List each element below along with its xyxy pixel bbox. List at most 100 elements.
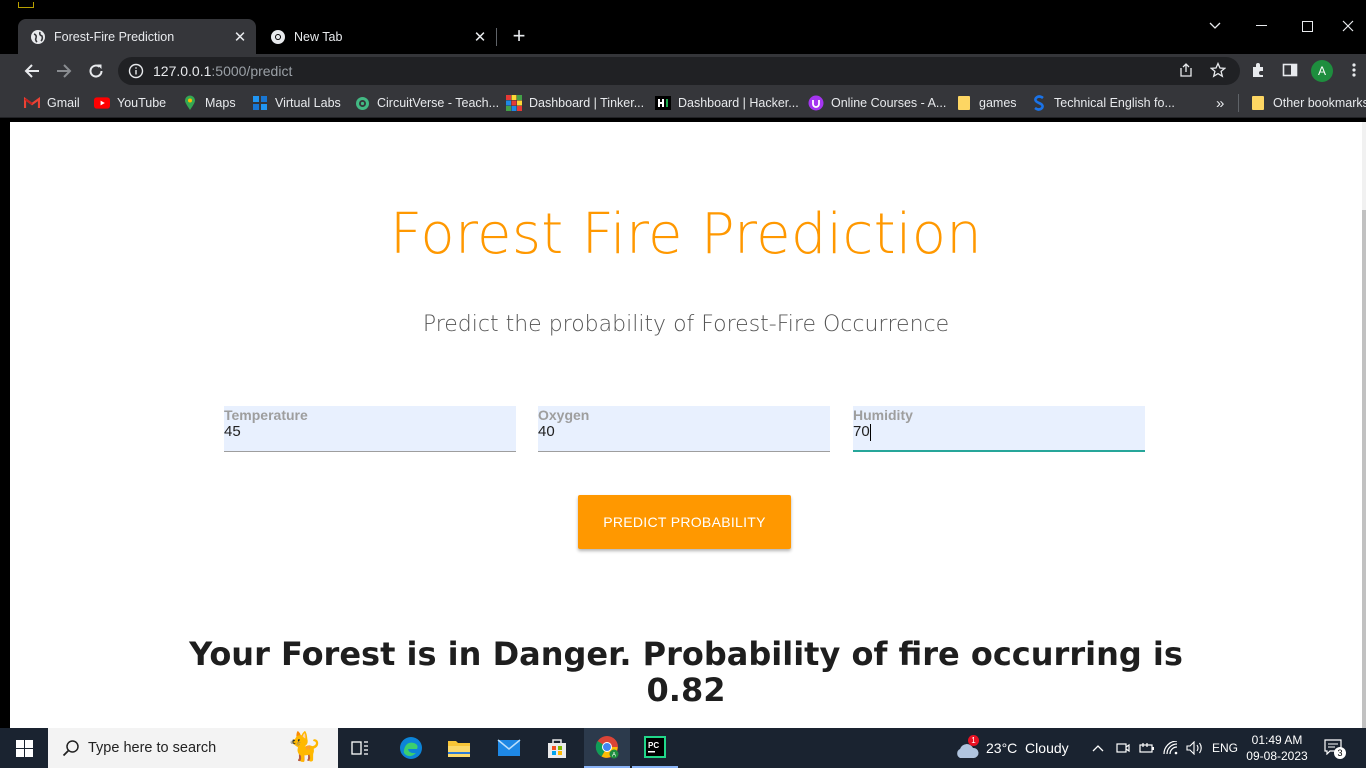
close-window-button[interactable] <box>1330 12 1366 40</box>
reload-button[interactable] <box>83 58 109 84</box>
clock-date: 09-08-2023 <box>1246 749 1308 763</box>
bookmark-label: Other bookmarks <box>1273 96 1366 110</box>
scrollbar-thumb[interactable] <box>1362 210 1366 728</box>
bookmark-divider <box>1238 94 1239 112</box>
oxygen-field[interactable]: Oxygen <box>538 406 830 452</box>
bookmark-star-icon[interactable] <box>1208 60 1228 80</box>
folder-icon <box>1250 95 1266 111</box>
url-path: :5000/predict <box>211 63 293 79</box>
page-subtitle: Predict the probability of Forest-Fire O… <box>422 312 950 337</box>
screen: Forest-Fire Prediction ✕ New Tab ✕ + 127… <box>0 0 1366 768</box>
minimize-button[interactable] <box>1238 12 1284 40</box>
battery-plug-icon[interactable] <box>1138 728 1156 768</box>
forward-button[interactable] <box>51 58 77 84</box>
folder-icon <box>956 95 972 111</box>
speaker-icon[interactable] <box>1186 728 1204 768</box>
other-bookmarks[interactable]: Other bookmarks <box>1250 94 1366 112</box>
clock-time: 01:49 AM <box>1251 733 1303 747</box>
more-bookmarks-chevron-icon[interactable]: » <box>1216 94 1224 112</box>
extensions-icon[interactable] <box>1248 60 1268 80</box>
tab-title: Forest-Fire Prediction <box>54 29 175 44</box>
menu-kebab-icon[interactable] <box>1344 60 1364 80</box>
back-button[interactable] <box>19 58 45 84</box>
weather-text: 23°C Cloudy <box>986 740 1069 756</box>
bookmark-online-courses[interactable]: Online Courses - A... <box>808 94 946 112</box>
browser-titlebar: Forest-Fire Prediction ✕ New Tab ✕ + <box>0 0 1366 54</box>
chrome-icon <box>270 29 286 45</box>
tab-search-icon[interactable] <box>1192 12 1238 40</box>
bookmark-label: Gmail <box>47 96 80 110</box>
youtube-icon <box>94 95 110 111</box>
new-tab-button[interactable]: + <box>506 23 532 48</box>
app-corner-icon <box>18 2 34 8</box>
microsoft-store-icon[interactable] <box>536 728 578 768</box>
address-bar[interactable]: 127.0.0.1:5000/predict <box>118 57 1240 85</box>
taskbar-search-box[interactable]: Type here to search 🐈 <box>48 728 338 768</box>
search-placeholder: Type here to search <box>88 740 217 756</box>
predict-probability-button[interactable]: PREDICT PROBABILITY <box>578 495 791 549</box>
bookmark-gmail[interactable]: Gmail <box>24 94 80 112</box>
udemy-icon <box>808 95 824 111</box>
chrome-taskbar-icon[interactable]: A <box>584 728 630 768</box>
page-title: Forest Fire Prediction <box>389 202 983 267</box>
cat-highlight-icon: 🐈 <box>287 731 322 762</box>
oxygen-input[interactable] <box>538 421 830 441</box>
url-host: 127.0.0.1 <box>153 63 212 79</box>
wifi-icon[interactable] <box>1162 728 1180 768</box>
share-icon[interactable] <box>1176 60 1196 80</box>
close-tab-icon[interactable]: ✕ <box>230 27 250 47</box>
tab-new-tab[interactable]: New Tab ✕ <box>258 19 496 54</box>
bookmark-label: YouTube <box>117 96 167 110</box>
side-panel-icon[interactable] <box>1280 60 1300 80</box>
close-tab-icon[interactable]: ✕ <box>470 27 490 47</box>
weather-widget[interactable]: 1 23°C Cloudy <box>954 728 1069 768</box>
meet-now-icon[interactable] <box>1114 728 1132 768</box>
edge-icon[interactable] <box>390 728 432 768</box>
bookmark-youtube[interactable]: YouTube <box>94 94 166 112</box>
bookmark-technical-english[interactable]: Technical English fo... <box>1031 94 1175 112</box>
bookmark-label: Dashboard | Tinker... <box>529 96 645 110</box>
tab-title: New Tab <box>294 29 343 44</box>
web-page: Forest Fire Prediction Predict the proba… <box>10 122 1362 728</box>
svg-text:PC: PC <box>648 741 659 750</box>
virtual-labs-icon <box>252 95 268 111</box>
humidity-input[interactable] <box>853 421 1145 441</box>
file-explorer-icon[interactable] <box>438 728 480 768</box>
pycharm-icon[interactable]: PC <box>632 728 678 768</box>
result-message: Your Forest is in Danger. Probability of… <box>189 635 1183 673</box>
browser-toolbar: 127.0.0.1:5000/predict A <box>0 54 1366 88</box>
task-view-icon[interactable] <box>340 728 380 768</box>
bookmark-maps[interactable]: Maps <box>182 94 236 112</box>
page-scrollbar[interactable] <box>1362 122 1366 728</box>
show-hidden-icons-chevron-icon[interactable] <box>1090 728 1106 768</box>
s-icon <box>1031 95 1047 111</box>
bookmarks-bar: Gmail YouTube Maps Virtual Labs CircuitV… <box>0 88 1366 118</box>
bookmark-tinkercad[interactable]: Dashboard | Tinker... <box>506 94 644 112</box>
bookmark-games[interactable]: games <box>956 94 1017 112</box>
temperature-field[interactable]: Temperature <box>224 406 516 452</box>
notifications-count-badge: 3 <box>1334 747 1346 759</box>
clock[interactable]: 01:49 AM 09-08-2023 <box>1244 728 1310 768</box>
result-probability: 0.82 <box>646 671 726 709</box>
bookmark-label: CircuitVerse - Teach... <box>377 96 500 110</box>
prediction-result: Your Forest is in Danger. Probability of… <box>10 636 1362 708</box>
site-info-icon[interactable] <box>128 63 144 79</box>
text-caret <box>870 424 871 441</box>
mail-icon[interactable] <box>488 728 530 768</box>
bookmark-hackerrank[interactable]: Dashboard | Hacker... <box>655 94 799 112</box>
globe-icon <box>30 29 46 45</box>
maximize-button[interactable] <box>1284 12 1330 40</box>
profile-avatar[interactable]: A <box>1311 60 1333 82</box>
language-indicator[interactable]: ENG <box>1212 728 1238 768</box>
humidity-field[interactable]: Humidity <box>853 406 1145 452</box>
bookmark-label: Online Courses - A... <box>831 96 947 110</box>
tab-forest-fire-prediction[interactable]: Forest-Fire Prediction ✕ <box>18 19 256 54</box>
bookmark-label: Technical English fo... <box>1054 96 1175 110</box>
temperature-input[interactable] <box>224 421 516 441</box>
bookmark-circuitverse[interactable]: CircuitVerse - Teach... <box>354 94 499 112</box>
bookmark-virtual-labs[interactable]: Virtual Labs <box>252 94 341 112</box>
search-icon <box>62 740 79 757</box>
windows-start-icon[interactable] <box>0 728 48 768</box>
notifications-icon[interactable]: 3 <box>1322 728 1346 768</box>
tab-separator <box>496 28 497 46</box>
